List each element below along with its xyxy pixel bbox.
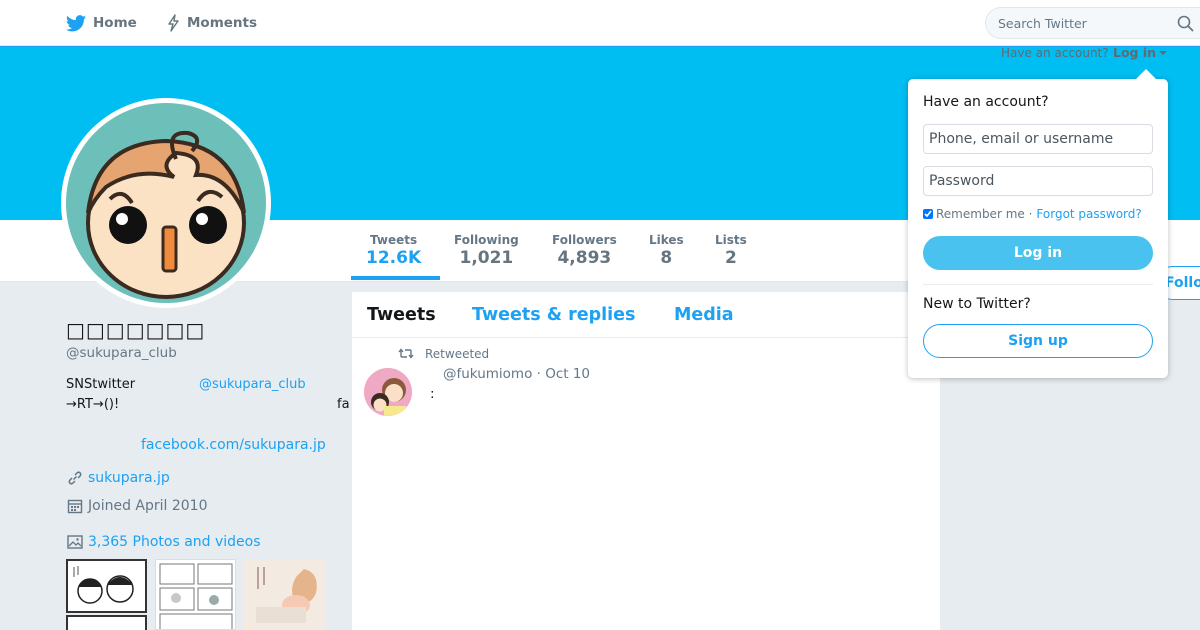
bio-text: SNStwitter [66, 377, 136, 392]
stat-following[interactable]: Following 1,021 [454, 233, 519, 268]
bio-mention-link[interactable]: @sukupara_club [199, 377, 306, 392]
login-dropdown: Have an account? Remember me · Forgot pa… [908, 69, 1168, 378]
search-box [985, 7, 1200, 39]
login-heading: Have an account? [923, 94, 1049, 110]
nav-home-label: Home [93, 15, 137, 31]
nav-moments[interactable]: Moments [167, 0, 257, 46]
follow-button-label: Follo [1165, 275, 1200, 291]
profile-website: sukupara.jp [66, 469, 170, 487]
login-dropdown-toggle[interactable]: Log in [1113, 45, 1168, 60]
stat-followers[interactable]: Followers 4,893 [552, 233, 617, 268]
photo-thumbnails [66, 559, 326, 630]
link-icon [68, 471, 82, 485]
caret-down-icon [1159, 50, 1168, 55]
tab-media[interactable]: Media [674, 305, 734, 325]
password-field[interactable] [923, 166, 1153, 196]
photo-thumbnail[interactable] [244, 559, 325, 630]
stat-tweets[interactable]: Tweets 12.6K [366, 233, 421, 268]
tweet-text: : [430, 386, 435, 402]
retweet-icon [398, 348, 414, 359]
stat-value: 1,021 [459, 248, 514, 268]
bio-text: →RT→()! [66, 397, 120, 412]
username-field[interactable] [923, 124, 1153, 154]
search-icon[interactable] [1177, 15, 1194, 32]
search-input[interactable] [998, 8, 1168, 38]
remember-row: Remember me · Forgot password? [923, 207, 1142, 221]
divider [923, 284, 1153, 285]
photo-icon [67, 535, 83, 549]
photo-thumbnail[interactable] [66, 559, 147, 613]
stat-value: 4,893 [557, 248, 612, 268]
profile-avatar[interactable] [61, 98, 271, 308]
bio-line-2: →RT→()! [66, 397, 119, 412]
top-nav: Home Moments [0, 0, 1200, 46]
photo-thumbnail[interactable] [155, 559, 236, 630]
remember-me-label: Remember me · [936, 207, 1033, 221]
twitter-bird-icon [66, 14, 86, 31]
manga-panel-image [156, 560, 235, 629]
tab-tweets-replies[interactable]: Tweets & replies [472, 305, 635, 325]
profile-handle[interactable]: @sukupara_club [66, 345, 177, 361]
timeline: Tweets Tweets & replies Media Retweeted … [352, 292, 940, 630]
comic-image [244, 559, 325, 630]
signup-button[interactable]: Sign up [923, 324, 1153, 358]
stat-lists[interactable]: Lists 2 [715, 233, 747, 268]
tweet-author-avatar[interactable] [364, 368, 412, 416]
new-to-twitter-label: New to Twitter? [923, 296, 1031, 312]
joined-date: Joined April 2010 [88, 498, 208, 514]
stat-label: Following [454, 233, 519, 247]
bio-text-tail: fa [337, 397, 350, 412]
stat-likes[interactable]: Likes 8 [649, 233, 684, 268]
calendar-icon [67, 499, 83, 514]
login-link-label: Log in [1113, 45, 1157, 60]
photo-thumbnail[interactable] [66, 615, 147, 630]
nav-moments-label: Moments [187, 15, 258, 31]
tab-tweets[interactable]: Tweets [367, 305, 436, 325]
profile-photos: 3,365 Photos and videos [66, 533, 261, 551]
stat-label: Followers [552, 233, 617, 247]
author-avatar-image [364, 368, 412, 416]
photos-videos-link[interactable]: 3,365 Photos and videos [88, 534, 261, 550]
manga-panel-image [68, 561, 145, 611]
lightning-icon [168, 14, 179, 32]
bio-line-1: SNStwitter [66, 377, 135, 392]
stat-value: 12.6K [366, 248, 422, 268]
forgot-password-link[interactable]: Forgot password? [1036, 207, 1141, 221]
active-stat-indicator [351, 276, 440, 280]
bio-facebook-link[interactable]: facebook.com/sukupara.jp [141, 437, 326, 453]
stat-label: Likes [649, 233, 684, 247]
profile-name: □□□□□□□ [66, 318, 206, 342]
profile-joined: Joined April 2010 [66, 497, 208, 515]
stat-label: Tweets [370, 233, 418, 247]
tweet-meta[interactable]: @fukumiomo · Oct 10 [443, 366, 590, 382]
account-prompt: Have an account? [1001, 46, 1109, 60]
nav-home[interactable]: Home [66, 0, 137, 46]
baby-face-illustration [86, 130, 246, 299]
stat-label: Lists [715, 233, 747, 247]
stat-value: 8 [660, 248, 673, 268]
remember-me-checkbox[interactable] [923, 209, 933, 219]
stat-value: 2 [724, 248, 737, 268]
avatar-image [66, 103, 266, 303]
timeline-tabs: Tweets Tweets & replies Media [352, 292, 940, 338]
login-button[interactable]: Log in [923, 236, 1153, 270]
website-link[interactable]: sukupara.jp [88, 470, 170, 486]
retweeted-label: Retweeted [425, 347, 490, 361]
